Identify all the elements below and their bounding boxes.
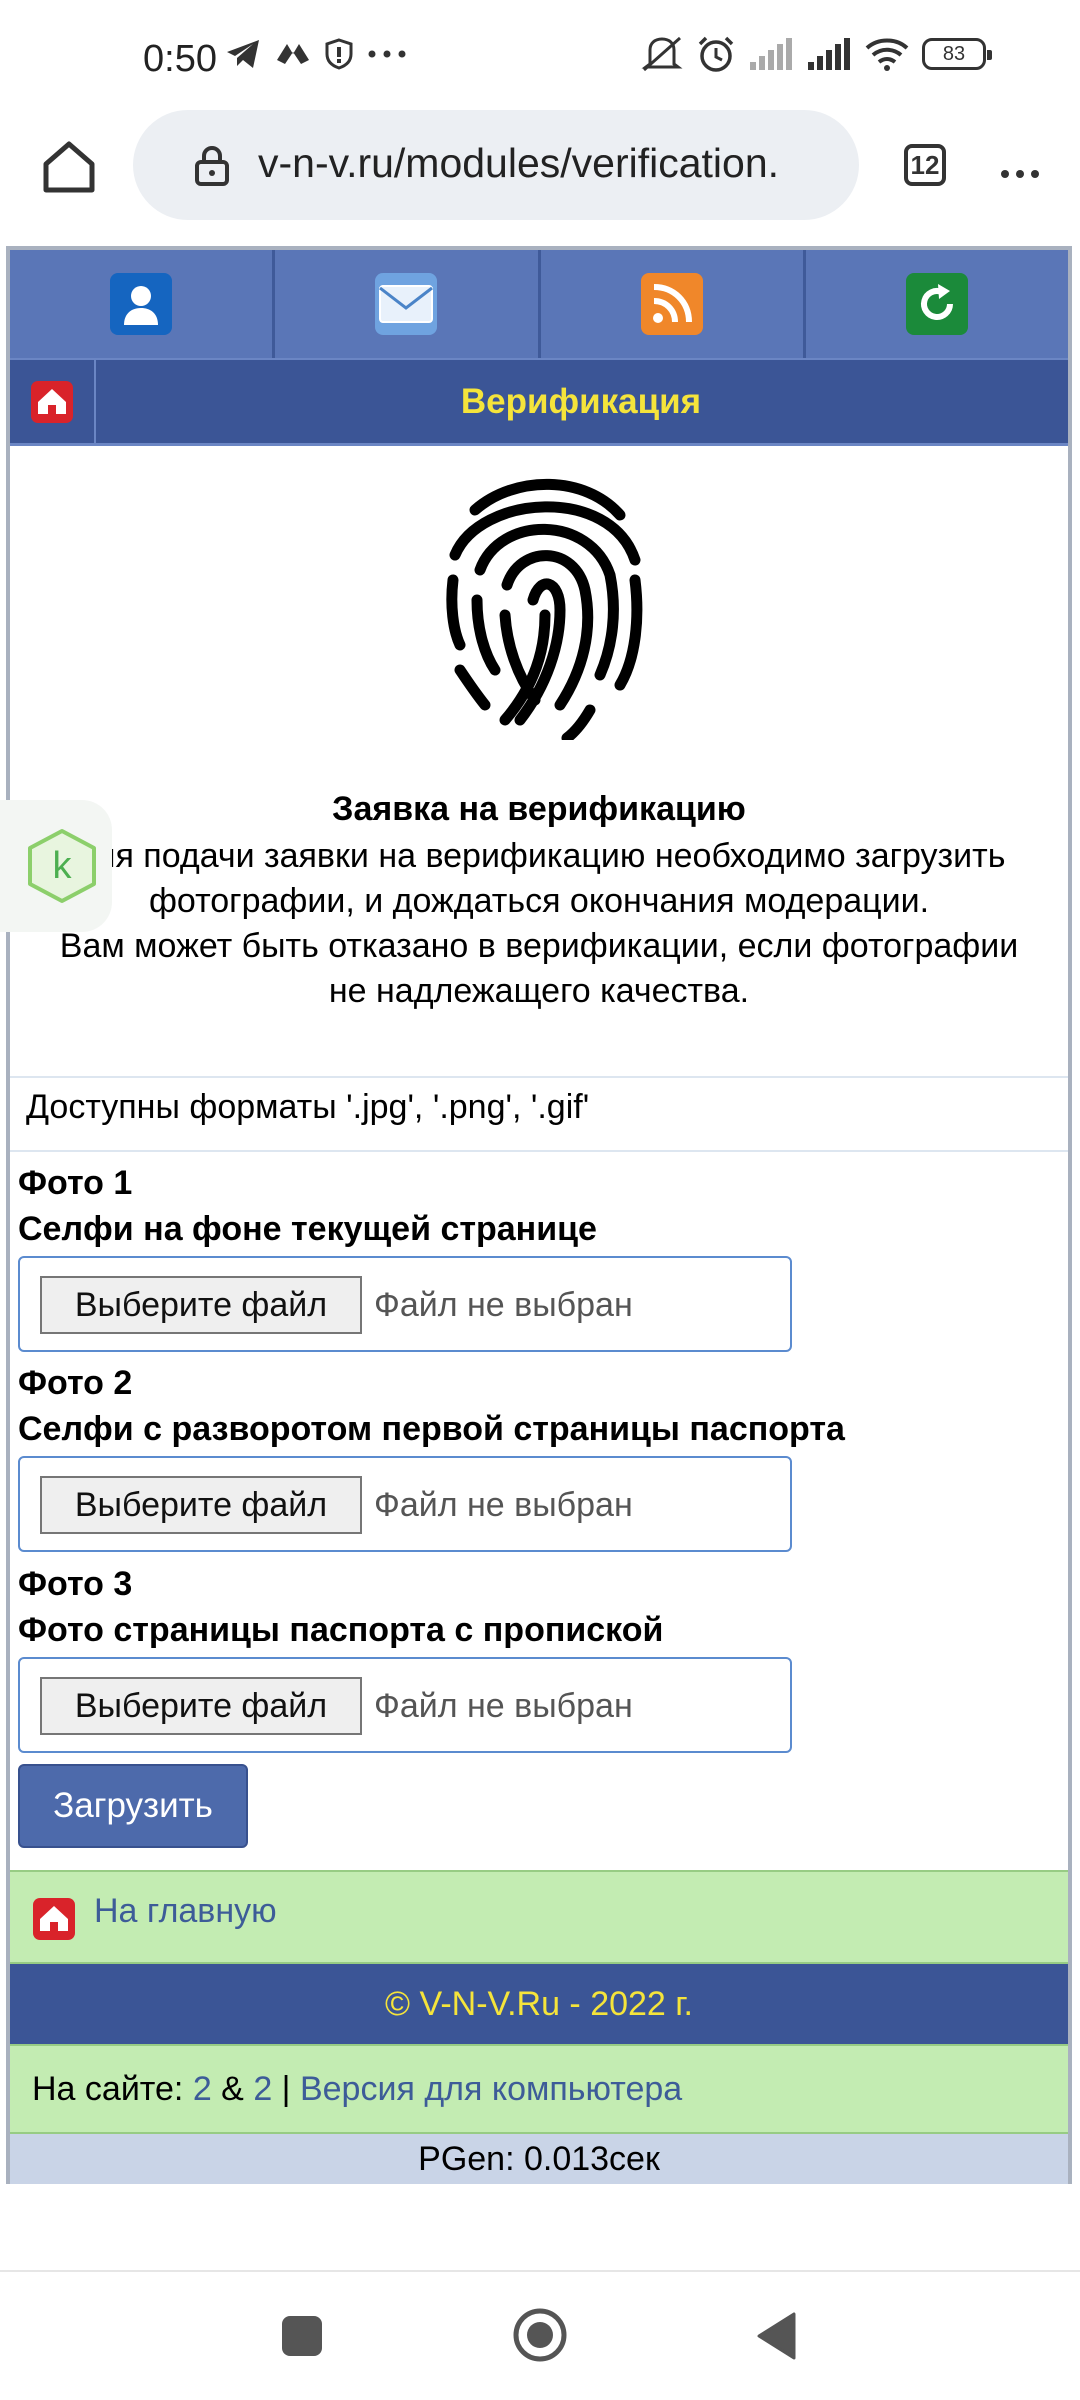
online-prefix: На сайте: bbox=[32, 2070, 193, 2108]
k-logo-letter: k bbox=[53, 845, 73, 887]
rss-icon[interactable] bbox=[640, 273, 703, 335]
home-icon[interactable] bbox=[32, 1897, 76, 1941]
home-icon[interactable] bbox=[30, 380, 74, 424]
divider bbox=[10, 1076, 1068, 1078]
photo-2-file-status: Файл не выбран bbox=[374, 1486, 633, 1524]
signal-icon bbox=[808, 38, 850, 70]
photo-1-choose-button[interactable]: Выберите файл bbox=[40, 1276, 362, 1334]
photo-3-choose-button[interactable]: Выберите файл bbox=[40, 1677, 362, 1735]
photo-1-description: Селфи на фоне текущей странице bbox=[18, 1210, 597, 1248]
status-bar: 0:50 83 bbox=[0, 0, 1080, 110]
nav-divider bbox=[0, 2270, 1080, 2272]
request-text-2: Вам может быть отказано в верификации, е… bbox=[59, 927, 1019, 1010]
recents-button[interactable] bbox=[282, 2316, 322, 2356]
photo-2-title: Фото 2 bbox=[18, 1364, 133, 1402]
more-dots-icon bbox=[368, 50, 406, 58]
floating-widget[interactable]: k bbox=[0, 800, 112, 932]
title-home-button[interactable] bbox=[10, 360, 96, 443]
status-time: 0:50 bbox=[143, 38, 217, 80]
nav-messages[interactable] bbox=[275, 250, 541, 358]
photo-3-file-status: Файл не выбран bbox=[374, 1687, 633, 1725]
k-logo-icon[interactable]: k bbox=[24, 828, 100, 904]
browser-menu-button[interactable] bbox=[1000, 140, 1040, 190]
online-count-link-2[interactable]: 2 bbox=[253, 2070, 272, 2108]
mute-icon bbox=[641, 36, 683, 72]
nav-rss[interactable] bbox=[541, 250, 806, 358]
formats-note: Доступны форматы '.jpg', '.png', '.gif' bbox=[26, 1088, 590, 1126]
photo-2-choose-button[interactable]: Выберите файл bbox=[40, 1476, 362, 1534]
shield-icon bbox=[325, 38, 353, 70]
page-title-bar: Верификация bbox=[10, 358, 1068, 446]
telegram-icon bbox=[227, 40, 259, 68]
nav-profile[interactable] bbox=[10, 250, 276, 358]
address-bar[interactable]: v-n-v.ru/modules/verification. bbox=[133, 110, 859, 220]
home-nav-button[interactable] bbox=[511, 2306, 569, 2364]
lock-icon[interactable] bbox=[193, 146, 231, 186]
desktop-version-link[interactable]: Версия для компьютера bbox=[300, 2070, 682, 2108]
refresh-icon[interactable] bbox=[905, 273, 968, 335]
photo-1-file-input[interactable]: Выберите файл Файл не выбран bbox=[18, 1256, 792, 1352]
wifi-icon bbox=[865, 38, 909, 71]
upload-button[interactable]: Загрузить bbox=[18, 1764, 248, 1848]
fingerprint-icon bbox=[446, 478, 643, 740]
user-icon[interactable] bbox=[110, 273, 173, 335]
photo-1-file-status: Файл не выбран bbox=[374, 1286, 633, 1324]
more-dots-icon bbox=[1001, 170, 1039, 178]
battery-icon: 83 bbox=[922, 38, 992, 70]
back-button[interactable] bbox=[756, 2310, 796, 2362]
online-count-link-1[interactable]: 2 bbox=[193, 2070, 212, 2108]
home-link-bar: На главную bbox=[10, 1870, 1068, 1964]
signal-icon bbox=[750, 38, 792, 70]
photo-2-label: Фото 2 Селфи с разворотом первой страниц… bbox=[18, 1360, 845, 1452]
request-title: Заявка на верификацию bbox=[332, 790, 746, 828]
site-frame: Верификация Заявка на верификацию Для по… bbox=[6, 246, 1072, 2184]
url-text[interactable]: v-n-v.ru/modules/verification. bbox=[258, 140, 848, 187]
photo-3-description: Фото страницы паспорта с пропиской bbox=[18, 1611, 664, 1649]
nav-refresh[interactable] bbox=[806, 250, 1068, 358]
tab-count-button[interactable]: 12 bbox=[904, 144, 946, 186]
home-link[interactable]: На главную bbox=[94, 1892, 277, 1931]
browser-toolbar: v-n-v.ru/modules/verification. 12 bbox=[0, 110, 1080, 230]
vpn-icon bbox=[277, 44, 309, 64]
divider bbox=[10, 1150, 1068, 1152]
top-icon-bar bbox=[10, 250, 1068, 358]
photo-1-label: Фото 1 Селфи на фоне текущей странице bbox=[18, 1160, 597, 1252]
page-generation-time: PGen: 0.013сек bbox=[10, 2134, 1068, 2184]
page-title: Верификация bbox=[460, 382, 702, 421]
copyright: © V-N-V.Ru - 2022 г. bbox=[10, 1964, 1068, 2044]
online-amp: & bbox=[211, 2070, 254, 2108]
request-text-1: Для подачи заявки на верификацию необход… bbox=[72, 837, 1006, 920]
photo-3-file-input[interactable]: Выберите файл Файл не выбран bbox=[18, 1657, 792, 1753]
photo-3-label: Фото 3 Фото страницы паспорта с прописко… bbox=[18, 1561, 663, 1653]
home-icon[interactable] bbox=[40, 138, 98, 196]
mail-icon[interactable] bbox=[375, 273, 438, 335]
photo-2-file-input[interactable]: Выберите файл Файл не выбран bbox=[18, 1456, 792, 1552]
photo-2-description: Селфи с разворотом первой страницы паспо… bbox=[18, 1410, 845, 1448]
online-bar: На сайте: 2 & 2 | Версия для компьютера bbox=[10, 2044, 1068, 2134]
online-separator: | bbox=[272, 2070, 300, 2108]
photo-1-title: Фото 1 bbox=[18, 1164, 133, 1202]
photo-3-title: Фото 3 bbox=[18, 1565, 133, 1603]
alarm-icon bbox=[698, 36, 734, 72]
request-description: Для подачи заявки на верификацию необход… bbox=[50, 834, 1028, 1014]
